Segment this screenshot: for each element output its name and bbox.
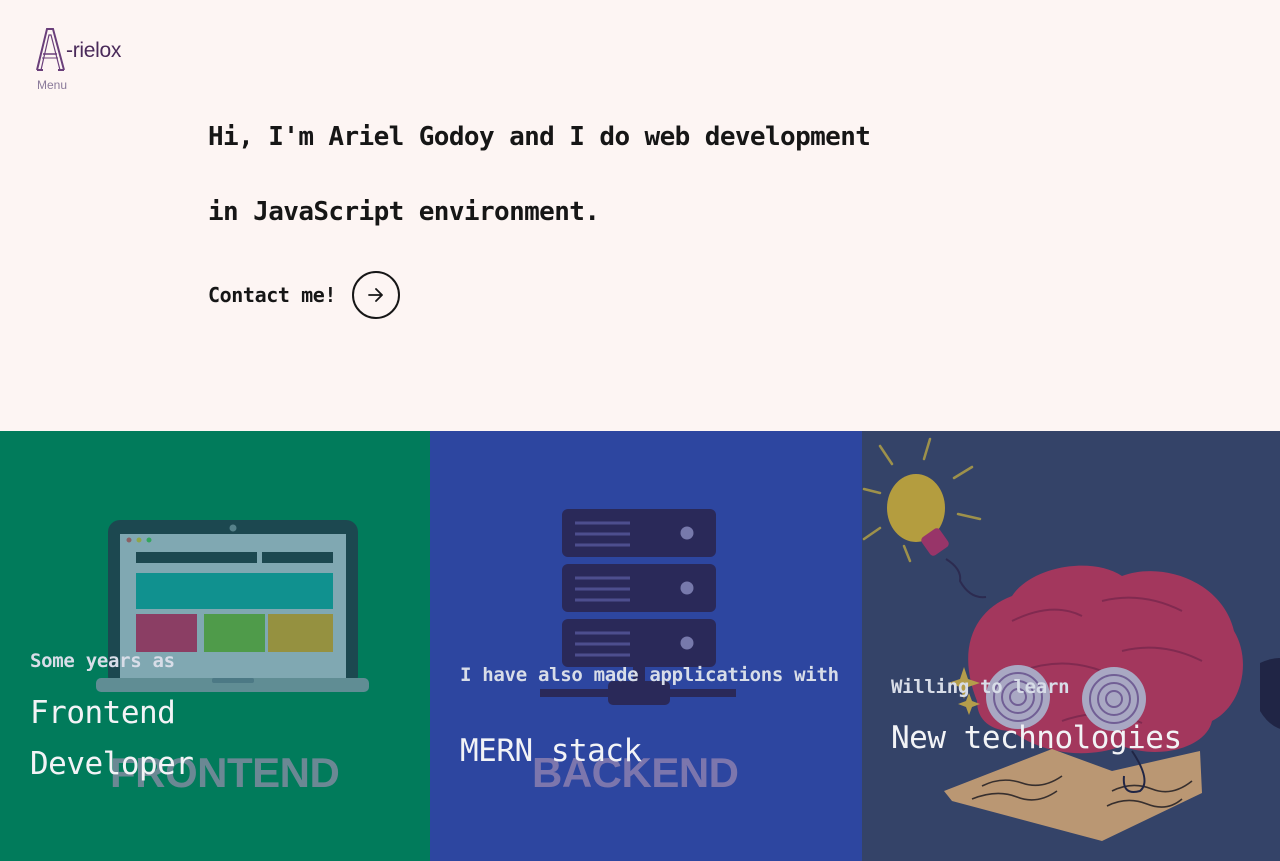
letter-a-logo-icon	[36, 28, 65, 71]
contact-button[interactable]	[352, 271, 401, 319]
hero-line-2: in JavaScript environment.	[208, 197, 600, 227]
menu-link[interactable]: Menu	[37, 78, 67, 92]
panel-backend[interactable]: BACKEND I have also made applications wi…	[430, 431, 862, 861]
skills-panels: FRONTEND Some years as Frontend Develope…	[0, 431, 1280, 861]
arrow-right-icon	[368, 288, 383, 302]
panel-subtitle: Some years as	[30, 650, 175, 672]
brand-logo[interactable]: -rielox	[34, 26, 121, 72]
brain-lightbulb-icon	[862, 437, 1280, 841]
panel-title: New technologies	[891, 720, 1182, 756]
panel-subtitle: I have also made applications with	[460, 664, 839, 686]
panel-frontend[interactable]: FRONTEND Some years as Frontend Develope…	[0, 431, 430, 861]
panel-title: MERN stack	[460, 733, 642, 769]
panel-title: Frontend Developer	[30, 695, 194, 782]
panel-learning[interactable]: Willing to learn New technologies	[862, 431, 1280, 861]
contact-link[interactable]: Contact me!	[208, 271, 401, 319]
contact-label: Contact me!	[208, 283, 337, 307]
brand-name: -rielox	[66, 39, 122, 62]
panel-subtitle: Willing to learn	[891, 676, 1070, 698]
hero-line-1: Hi, I'm Ariel Godoy and I do web develop…	[208, 122, 871, 152]
